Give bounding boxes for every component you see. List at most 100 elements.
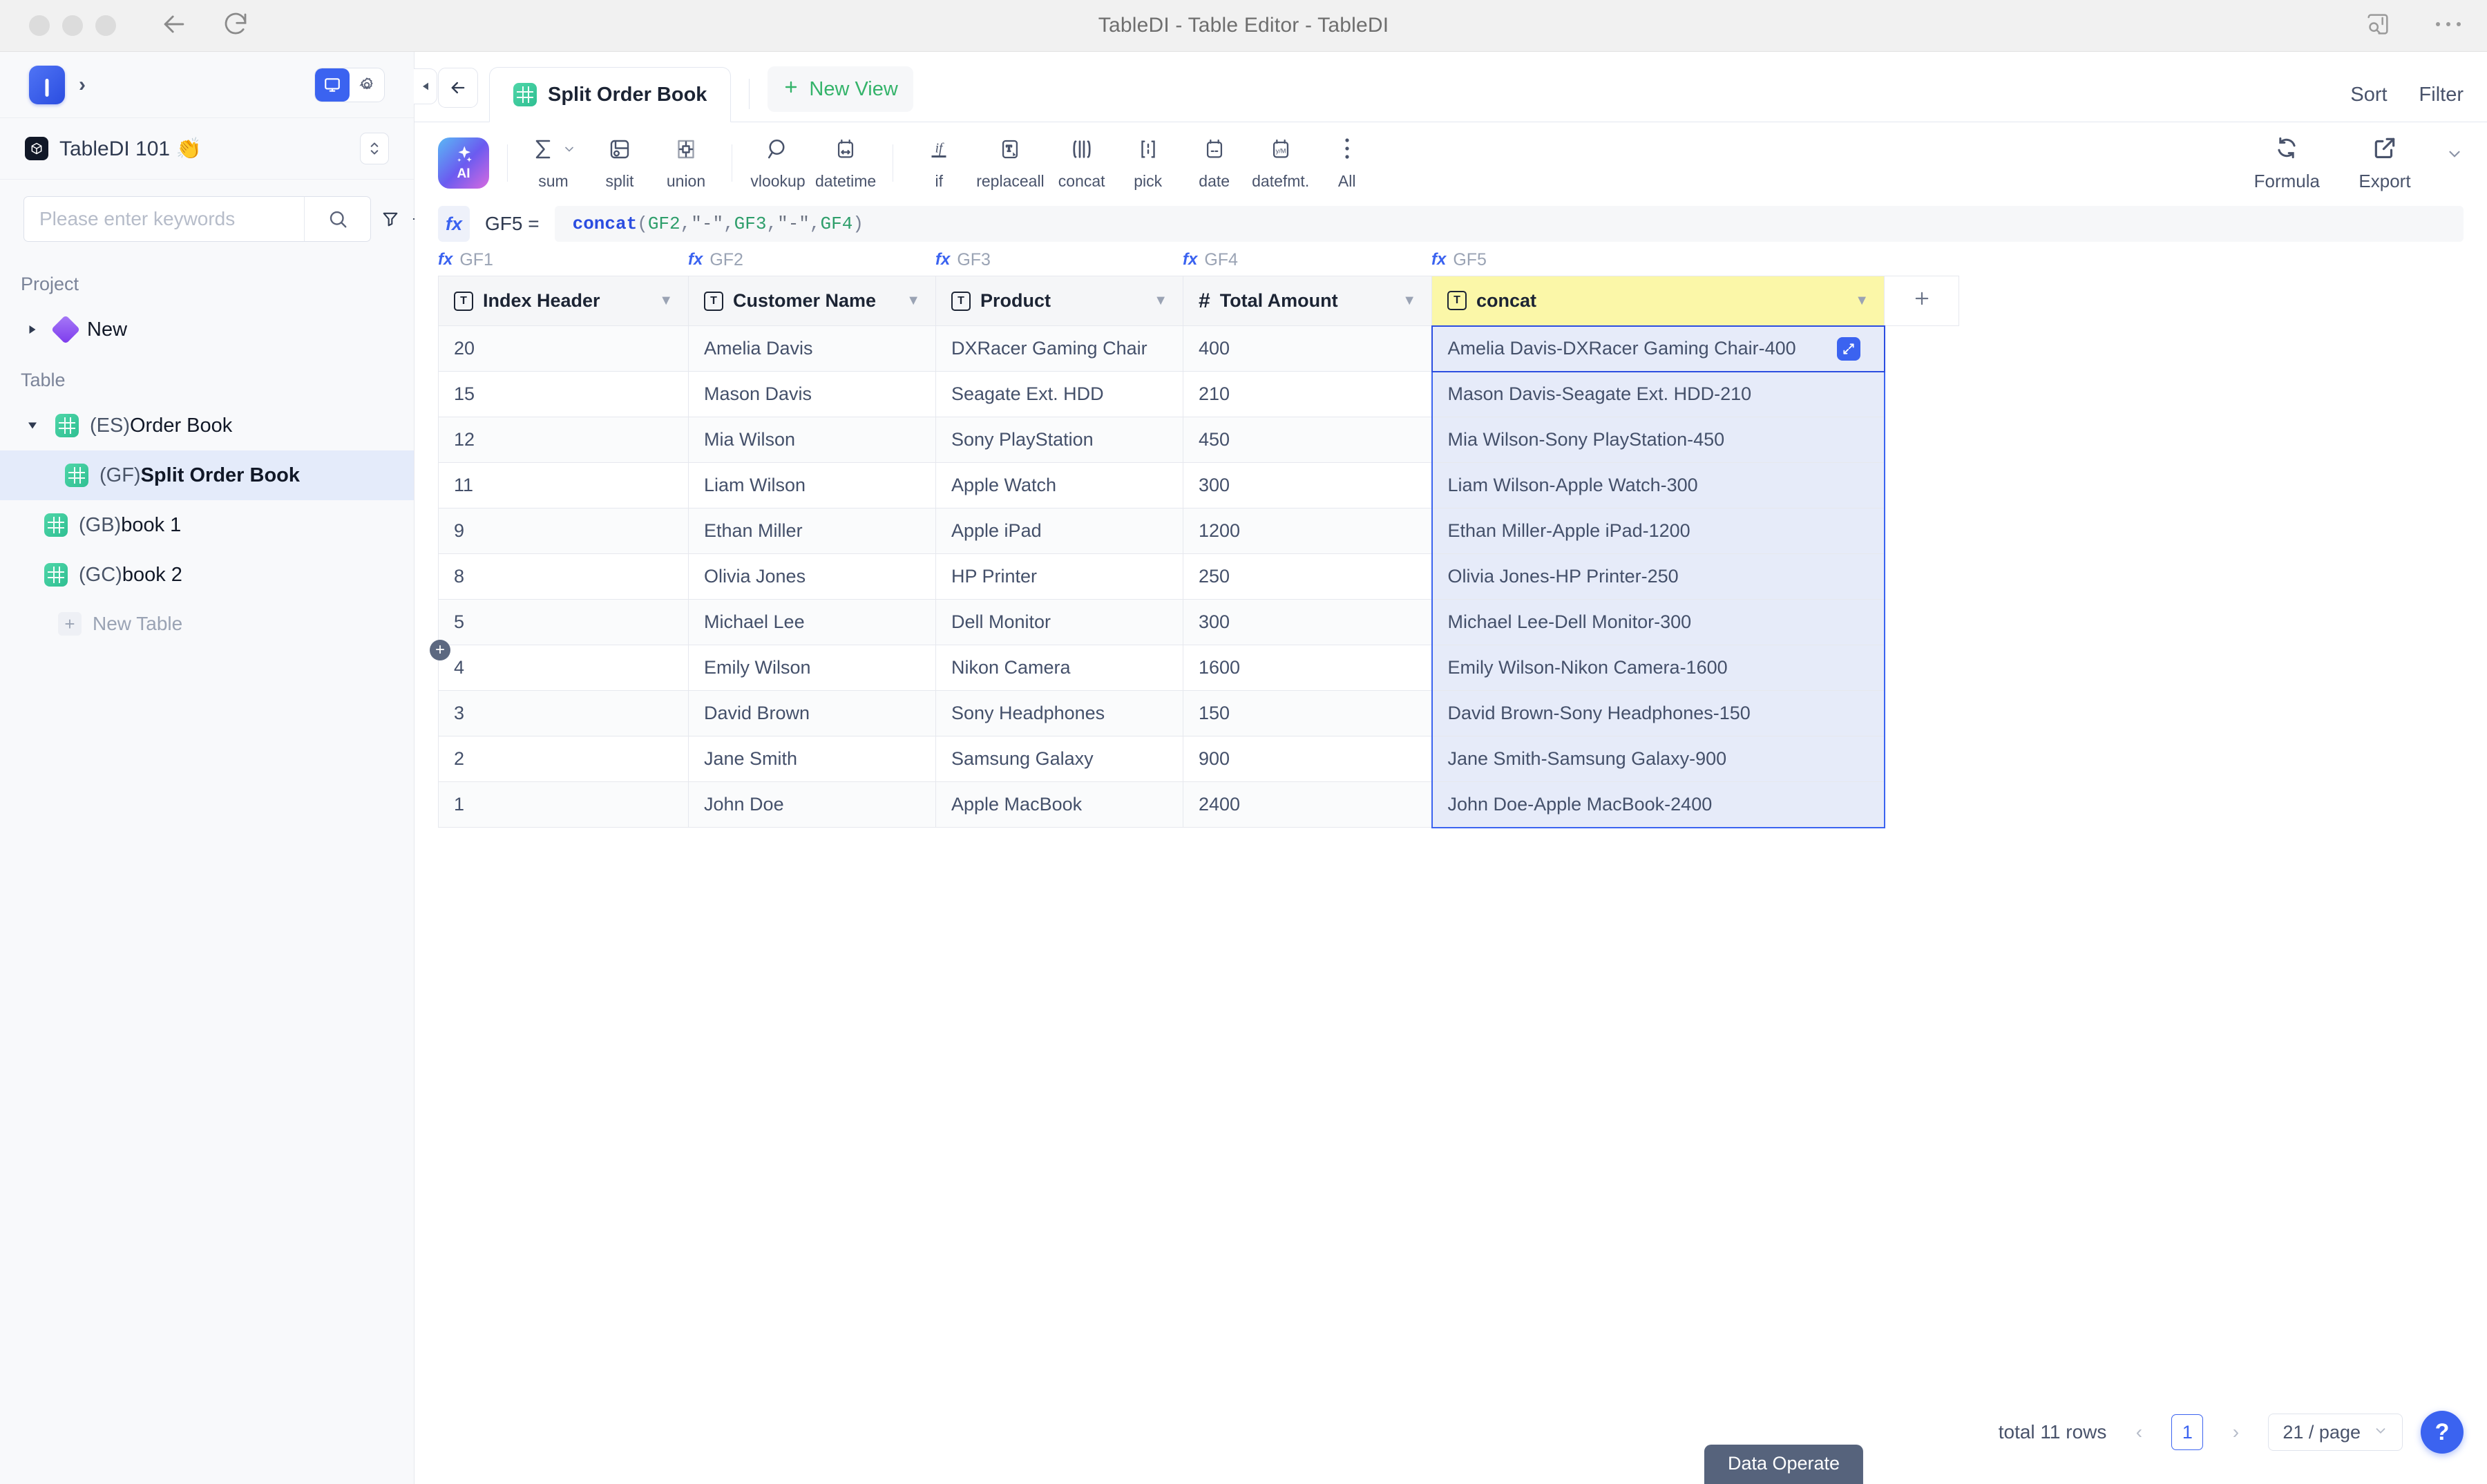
cell-index[interactable]: 8 — [438, 553, 689, 600]
search-icon[interactable] — [304, 197, 370, 241]
search-box[interactable] — [23, 196, 371, 242]
cell-customer[interactable]: Emily Wilson — [688, 645, 936, 691]
cell-amount[interactable]: 1600 — [1183, 645, 1432, 691]
cell-index[interactable]: 9 — [438, 508, 689, 554]
cell-concat[interactable]: Michael Lee-Dell Monitor-300 — [1431, 599, 1885, 645]
table-row[interactable]: 3 David Brown Sony Headphones 150 David Brow… — [438, 690, 1959, 736]
cell-customer[interactable]: Liam Wilson — [688, 462, 936, 508]
new-table-button[interactable]: + New Table — [0, 600, 414, 648]
cell-concat[interactable]: Jane Smith-Samsung Galaxy-900 — [1431, 736, 1885, 782]
chevron-right-icon[interactable] — [21, 323, 44, 336]
cell-customer[interactable]: Olivia Jones — [688, 553, 936, 600]
add-column-button[interactable] — [1884, 276, 1959, 326]
chevron-down-icon[interactable] — [21, 419, 44, 432]
formula-bar[interactable]: fx GF5 = concat(GF2, "-", GF3, "-", GF4) — [414, 204, 2487, 244]
chevron-down-icon[interactable] — [2446, 145, 2464, 167]
cell-index[interactable]: 20 — [438, 325, 689, 372]
table-row[interactable]: 9 Ethan Miller Apple iPad 1200 Ethan Miller-… — [438, 508, 1959, 554]
table-row[interactable]: 12 Mia Wilson Sony PlayStation 450 Mia Wilso… — [438, 417, 1959, 463]
cell-amount[interactable]: 1200 — [1183, 508, 1432, 554]
column-header-concat[interactable]: T concat ▼ — [1431, 276, 1885, 326]
cell-index[interactable]: 11 — [438, 462, 689, 508]
table-row[interactable]: 11 Liam Wilson Apple Watch 300 Liam Wilson-A… — [438, 462, 1959, 508]
cell-index[interactable]: 5 — [438, 599, 689, 645]
chevron-down-icon[interactable]: ▼ — [906, 293, 920, 309]
formula-button[interactable]: Formula — [2250, 135, 2324, 192]
help-button[interactable]: ? — [2421, 1411, 2464, 1454]
note-search-icon[interactable] — [2364, 10, 2392, 41]
page-size-select[interactable]: 21 / page — [2268, 1414, 2403, 1451]
back-arrow-icon[interactable] — [438, 68, 478, 108]
cell-product[interactable]: Sony PlayStation — [935, 417, 1183, 463]
tool-concat[interactable]: concat — [1049, 136, 1115, 191]
tool-vlookup[interactable]: vlookup — [745, 136, 811, 191]
search-input[interactable] — [24, 197, 304, 241]
tool-date[interactable]: date — [1181, 136, 1248, 191]
expand-cell-icon[interactable] — [1836, 336, 1860, 361]
tool-union[interactable]: union — [653, 136, 719, 191]
tool-if[interactable]: if if — [906, 136, 972, 191]
updown-chevrons-icon[interactable] — [360, 133, 389, 164]
cell-product[interactable]: Nikon Camera — [935, 645, 1183, 691]
cell-concat[interactable]: Ethan Miller-Apple iPad-1200 — [1431, 508, 1885, 554]
view-mode-toggle[interactable] — [314, 67, 385, 102]
cell-index[interactable]: 1 — [438, 781, 689, 828]
cell-concat[interactable]: Mia Wilson-Sony PlayStation-450 — [1431, 417, 1885, 463]
cell-customer[interactable]: Michael Lee — [688, 599, 936, 645]
cell-concat[interactable]: Amelia Davis-DXRacer Gaming Chair-400 — [1431, 325, 1885, 372]
tool-pick[interactable]: pick — [1115, 136, 1181, 191]
plus-circle-icon[interactable]: + — [430, 640, 450, 660]
chevron-right-icon[interactable]: › — [79, 73, 86, 97]
cell-concat[interactable]: David Brown-Sony Headphones-150 — [1431, 690, 1885, 736]
chevron-down-icon[interactable]: ▼ — [1402, 293, 1416, 309]
chevron-down-icon[interactable]: ▼ — [1154, 293, 1168, 309]
column-header-total-amount[interactable]: # Total Amount ▼ — [1183, 276, 1432, 326]
table-row[interactable]: 1 John Doe Apple MacBook 2400 John Doe-Apple… — [438, 781, 1959, 828]
cell-customer[interactable]: David Brown — [688, 690, 936, 736]
app-logo-icon[interactable] — [29, 65, 65, 104]
cell-index[interactable]: 4 — [438, 645, 689, 691]
cell-concat[interactable]: Emily Wilson-Nikon Camera-1600 — [1431, 645, 1885, 691]
sort-button[interactable]: Sort — [2350, 84, 2387, 106]
cell-amount[interactable]: 400 — [1183, 325, 1432, 372]
tool-split[interactable]: split — [587, 136, 653, 191]
chevron-down-icon[interactable]: ▼ — [1855, 293, 1869, 309]
cell-customer[interactable]: Ethan Miller — [688, 508, 936, 554]
cell-customer[interactable]: Jane Smith — [688, 736, 936, 782]
cell-product[interactable]: HP Printer — [935, 553, 1183, 600]
ai-button[interactable]: AI — [438, 137, 489, 189]
cell-amount[interactable]: 210 — [1183, 371, 1432, 417]
monitor-icon[interactable] — [315, 68, 350, 102]
cell-amount[interactable]: 150 — [1183, 690, 1432, 736]
cell-product[interactable]: Sony Headphones — [935, 690, 1183, 736]
tab-split-order-book[interactable]: Split Order Book — [489, 67, 732, 122]
cell-product[interactable]: Samsung Galaxy — [935, 736, 1183, 782]
cell-amount[interactable]: 450 — [1183, 417, 1432, 463]
cell-customer[interactable]: John Doe — [688, 781, 936, 828]
formula-expression[interactable]: concat(GF2, "-", GF3, "-", GF4) — [554, 206, 2464, 242]
cell-index[interactable]: 12 — [438, 417, 689, 463]
table-row[interactable]: 8 Olivia Jones HP Printer 250 Olivia Jones-H… — [438, 553, 1959, 600]
table-row[interactable]: 2 Jane Smith Samsung Galaxy 900 Jane Smith-S… — [438, 736, 1959, 782]
cell-product[interactable]: Apple MacBook — [935, 781, 1183, 828]
sidebar-item-book-2[interactable]: (GC)book 2 — [0, 550, 414, 600]
cell-product[interactable]: Dell Monitor — [935, 599, 1183, 645]
gear-icon[interactable] — [350, 68, 384, 102]
table-row[interactable]: 4 Emily Wilson Nikon Camera 1600 Emily Wilso… — [438, 645, 1959, 691]
column-header-index-header[interactable]: T Index Header ▼ — [438, 276, 689, 326]
cell-product[interactable]: Seagate Ext. HDD — [935, 371, 1183, 417]
chevron-left-icon[interactable]: ‹ — [2124, 1421, 2153, 1443]
export-button[interactable]: Export — [2352, 135, 2418, 192]
cell-index[interactable]: 15 — [438, 371, 689, 417]
tool-sum[interactable]: sum — [520, 136, 587, 191]
cell-concat[interactable]: Mason Davis-Seagate Ext. HDD-210 — [1431, 371, 1885, 417]
tool-all[interactable]: All — [1314, 136, 1380, 191]
sidebar-item-split-order-book[interactable]: (GF)Split Order Book — [0, 450, 414, 500]
chevron-right-icon[interactable]: › — [2221, 1421, 2250, 1443]
cell-product[interactable]: Apple Watch — [935, 462, 1183, 508]
cell-product[interactable]: DXRacer Gaming Chair — [935, 325, 1183, 372]
table-row[interactable]: 5 Michael Lee Dell Monitor 300 Michael Lee-D… — [438, 599, 1959, 645]
sidebar-item-book-1[interactable]: (GB)book 1 — [0, 500, 414, 550]
table-row[interactable]: 15 Mason Davis Seagate Ext. HDD 210 Mason Da… — [438, 371, 1959, 417]
cell-customer[interactable]: Amelia Davis — [688, 325, 936, 372]
